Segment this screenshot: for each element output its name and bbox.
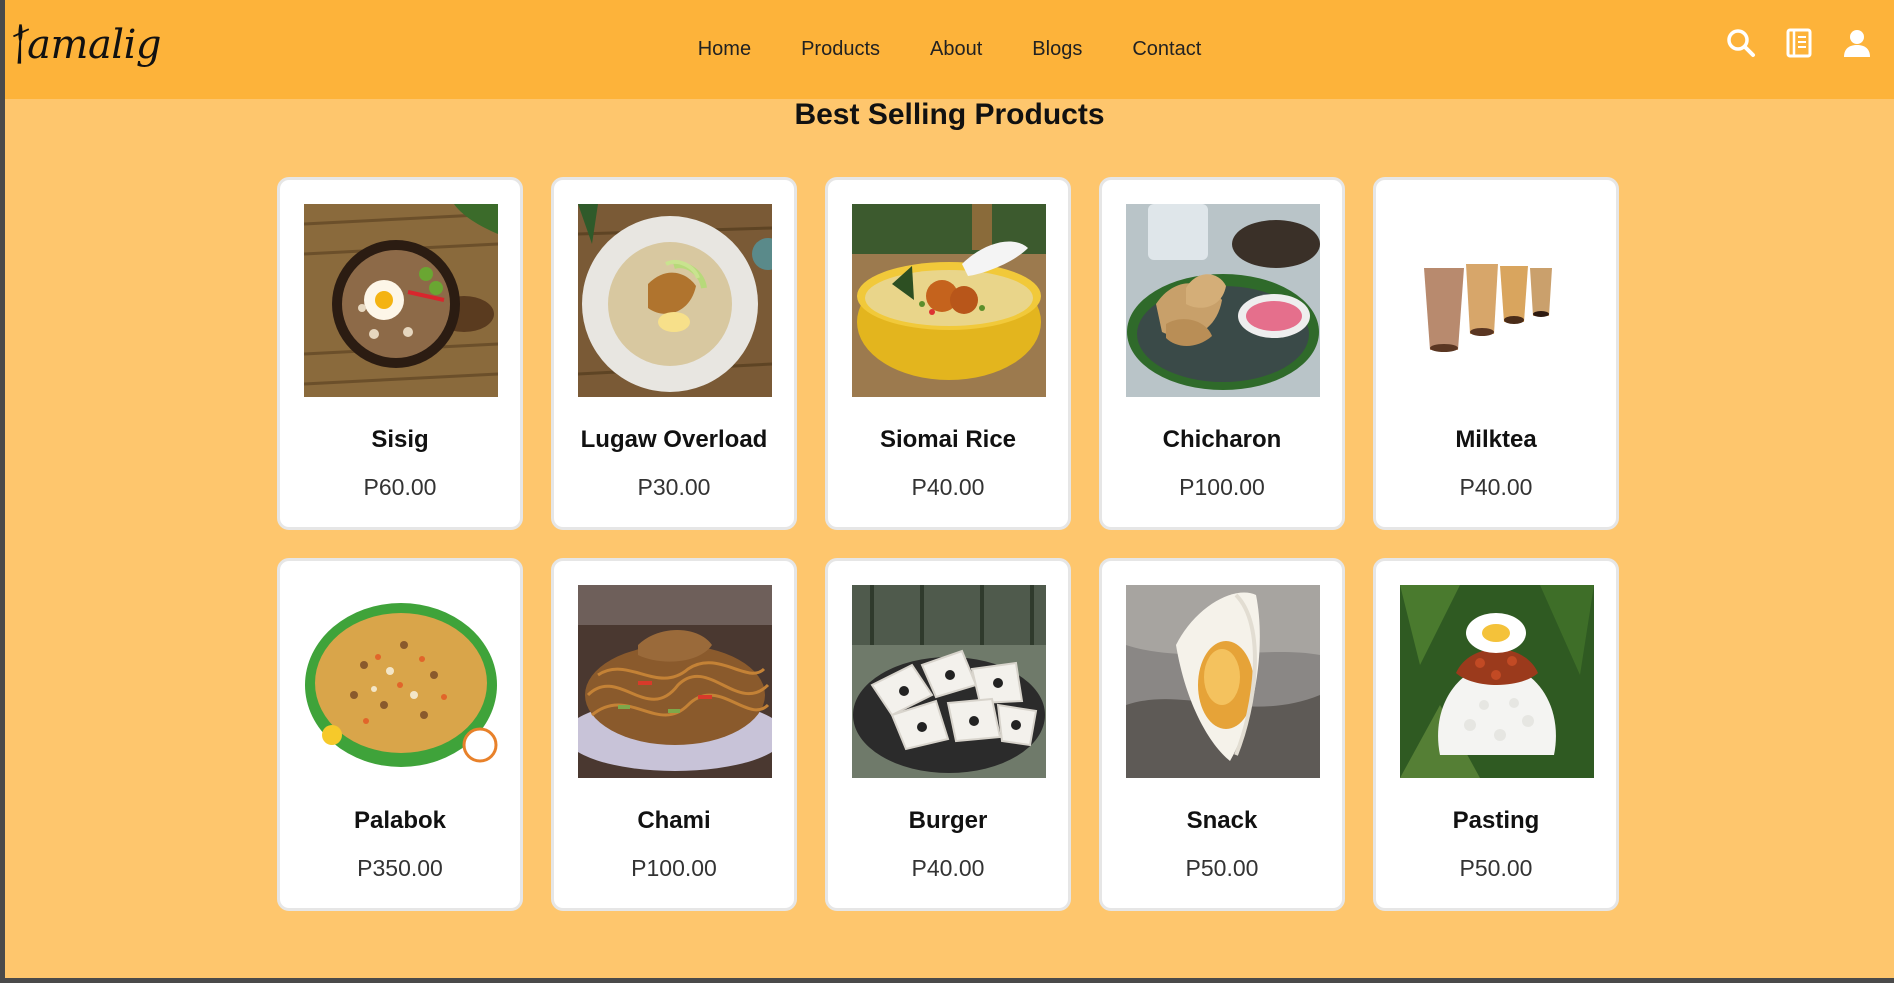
product-card[interactable]: Chicharon P100.00 <box>1099 177 1345 530</box>
nav-blogs[interactable]: Blogs <box>1007 38 1107 61</box>
product-price: P60.00 <box>363 474 437 500</box>
product-price: P40.00 <box>911 474 985 500</box>
product-name: Lugaw Overload <box>580 426 768 453</box>
product-card[interactable]: Snack P50.00 <box>1099 558 1345 911</box>
product-price: P40.00 <box>911 855 985 881</box>
product-price: P50.00 <box>1459 855 1533 881</box>
page-frame: amalig Home Products About Blogs Contact <box>5 0 1894 978</box>
brand-logo[interactable]: amalig <box>11 6 161 82</box>
product-price: P40.00 <box>1459 474 1533 500</box>
notebook-icon[interactable] <box>1784 28 1814 58</box>
navbar: amalig Home Products About Blogs Contact <box>5 0 1894 99</box>
product-name: Snack <box>1186 807 1258 834</box>
main-nav: Home Products About Blogs Contact <box>5 0 1894 99</box>
product-price: P50.00 <box>1185 855 1259 881</box>
palabok-image <box>304 585 498 778</box>
product-price: P100.00 <box>631 855 717 881</box>
product-name: Chicharon <box>1162 426 1282 453</box>
product-name: Burger <box>908 807 988 834</box>
product-card[interactable]: Chami P100.00 <box>551 558 797 911</box>
brand-logo-text: amalig <box>27 22 161 68</box>
product-card[interactable]: Sisig P60.00 <box>277 177 523 530</box>
product-card[interactable]: Milktea P40.00 <box>1373 177 1619 530</box>
nav-contact[interactable]: Contact <box>1107 38 1226 61</box>
nav-products[interactable]: Products <box>776 38 905 61</box>
product-card[interactable]: Burger P40.00 <box>825 558 1071 911</box>
product-card[interactable]: Pasting P50.00 <box>1373 558 1619 911</box>
pasting-image <box>1400 585 1594 778</box>
product-card[interactable]: Lugaw Overload P30.00 <box>551 177 797 530</box>
product-name: Pasting <box>1452 807 1540 834</box>
product-price: P100.00 <box>1179 474 1265 500</box>
lugaw-image <box>578 204 772 397</box>
product-price: P30.00 <box>637 474 711 500</box>
milktea-image <box>1400 204 1594 397</box>
product-grid: Sisig P60.00 Lugaw Overload P30.00 Sioma… <box>277 177 1619 911</box>
chami-image <box>578 585 772 778</box>
siomai-rice-image <box>852 204 1046 397</box>
nav-icon-group <box>1726 28 1872 58</box>
sisig-image <box>304 204 498 397</box>
product-card[interactable]: Palabok P350.00 <box>277 558 523 911</box>
product-name: Chami <box>637 807 711 834</box>
product-card[interactable]: Siomai Rice P40.00 <box>825 177 1071 530</box>
burger-image <box>852 585 1046 778</box>
product-name: Siomai Rice <box>879 426 1017 453</box>
product-price: P350.00 <box>357 855 443 881</box>
nav-about[interactable]: About <box>905 38 1007 61</box>
product-name: Milktea <box>1455 426 1537 453</box>
product-name: Palabok <box>353 807 447 834</box>
search-icon[interactable] <box>1726 28 1756 58</box>
product-name: Sisig <box>371 426 429 453</box>
section-title: Best Selling Products <box>794 98 1105 131</box>
chicharon-image <box>1126 204 1320 397</box>
nav-home[interactable]: Home <box>673 38 776 61</box>
snack-image <box>1126 585 1320 778</box>
user-icon[interactable] <box>1842 28 1872 58</box>
